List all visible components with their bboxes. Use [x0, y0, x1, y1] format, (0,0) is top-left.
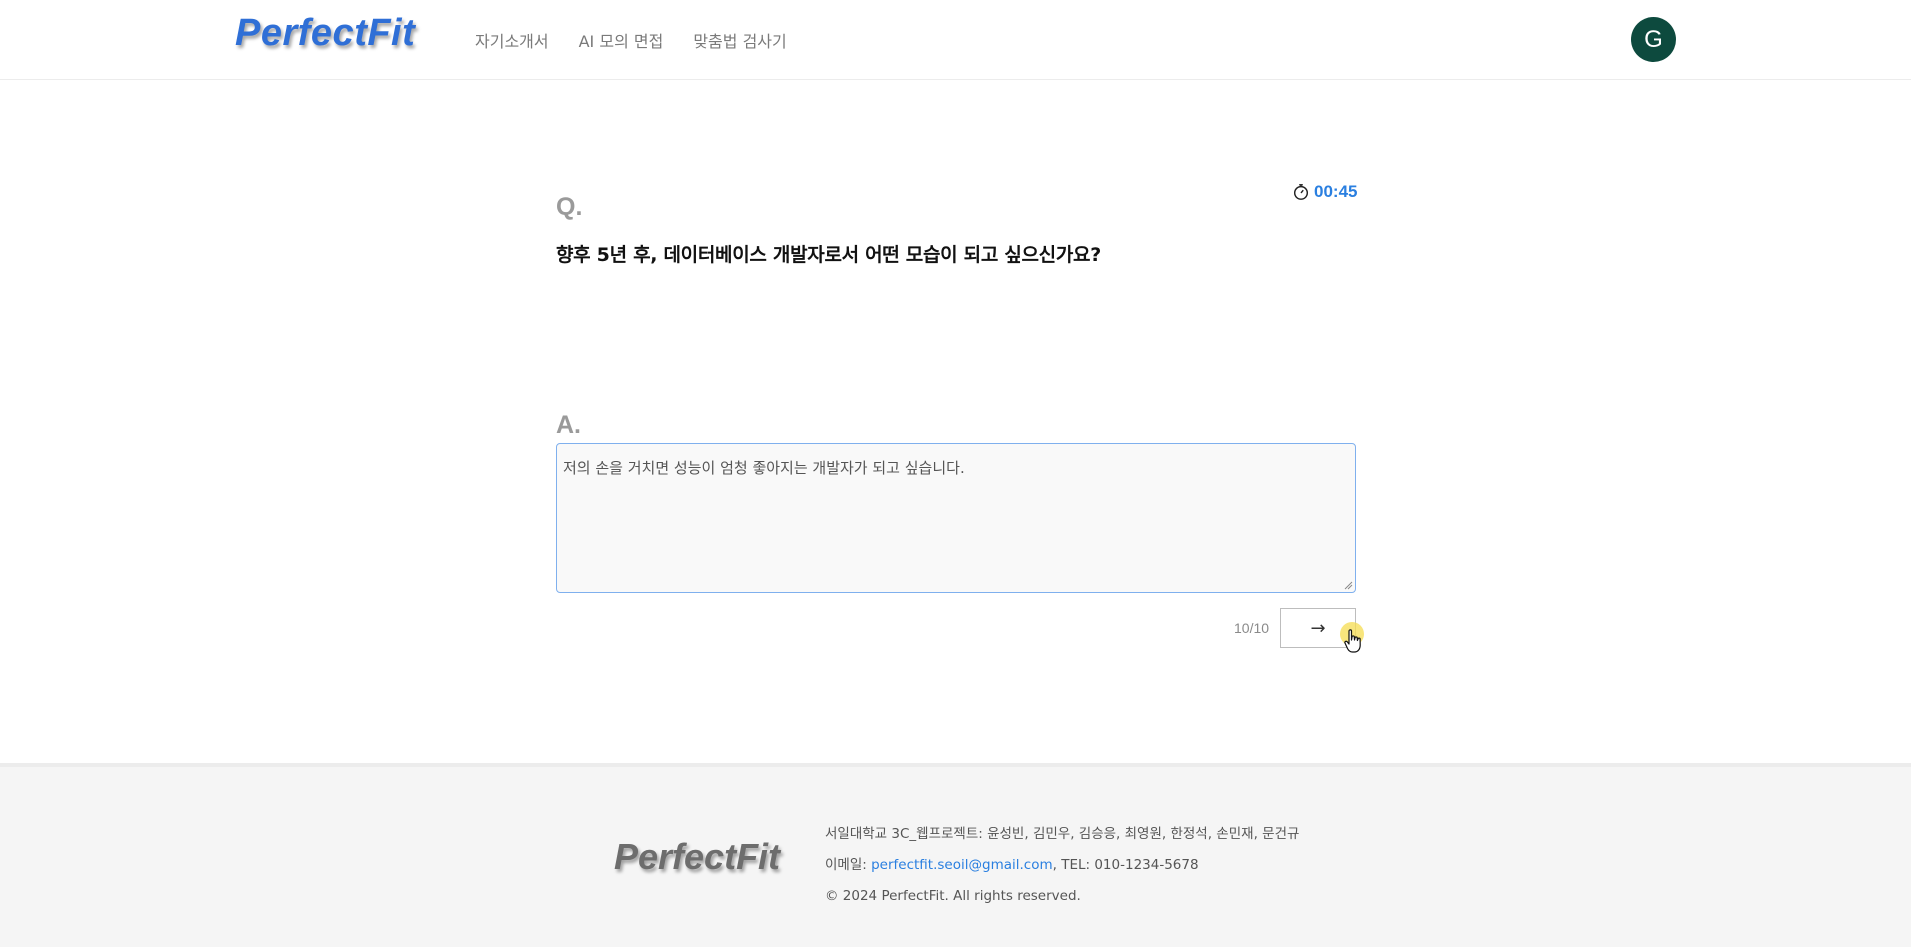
- hand-pointer-icon: [1344, 629, 1361, 653]
- question-text: 향후 5년 후, 데이터베이스 개발자로서 어떤 모습이 되고 싶으신가요?: [556, 244, 1101, 266]
- nav-item-cover-letter[interactable]: 자기소개서: [475, 28, 549, 52]
- answer-label: A.: [556, 411, 581, 439]
- footer-credits: 서일대학교 3C_웹프로젝트: 윤성빈, 김민우, 김승응, 최영원, 한정석,…: [825, 826, 1300, 842]
- main-nav: 자기소개서 AI 모의 면접 맞춤법 검사기: [475, 28, 787, 52]
- site-header: PerfectFit 자기소개서 AI 모의 면접 맞춤법 검사기 G: [0, 0, 1911, 80]
- footer-info: 서일대학교 3C_웹프로젝트: 윤성빈, 김민우, 김승응, 최영원, 한정석,…: [825, 819, 1299, 912]
- footer-logo: PerfectFit: [614, 836, 781, 877]
- footer-contact: 이메일: perfectfit.seoil@gmail.com, TEL: 01…: [825, 850, 1299, 881]
- user-avatar[interactable]: G: [1631, 17, 1676, 62]
- logo[interactable]: PerfectFit: [235, 12, 415, 55]
- nav-item-spell-checker[interactable]: 맞춤법 검사기: [693, 28, 786, 52]
- question-progress: 10/10: [1234, 620, 1270, 636]
- answer-textarea[interactable]: 저의 손을 거치면 성능이 엄청 좋아지는 개발자가 되고 싶습니다.: [556, 443, 1356, 593]
- question-label: Q.: [556, 193, 583, 221]
- timer: 00:45: [1292, 182, 1357, 202]
- stopwatch-icon: [1293, 184, 1309, 200]
- site-footer: PerfectFit 서일대학교 3C_웹프로젝트: 윤성빈, 김민우, 김승응…: [0, 763, 1911, 947]
- timer-value: 00:45: [1314, 182, 1358, 201]
- resize-grip-icon[interactable]: [1343, 580, 1353, 590]
- nav-item-ai-interview[interactable]: AI 모의 면접: [579, 28, 664, 52]
- tel-text: , TEL: 010-1234-5678: [1052, 857, 1199, 873]
- arrow-right-icon: →: [1310, 617, 1326, 639]
- footer-copyright: © 2024 PerfectFit. All rights reserved.: [825, 888, 1081, 904]
- email-prefix: 이메일:: [825, 857, 872, 873]
- email-link[interactable]: perfectfit.seoil@gmail.com: [871, 857, 1053, 873]
